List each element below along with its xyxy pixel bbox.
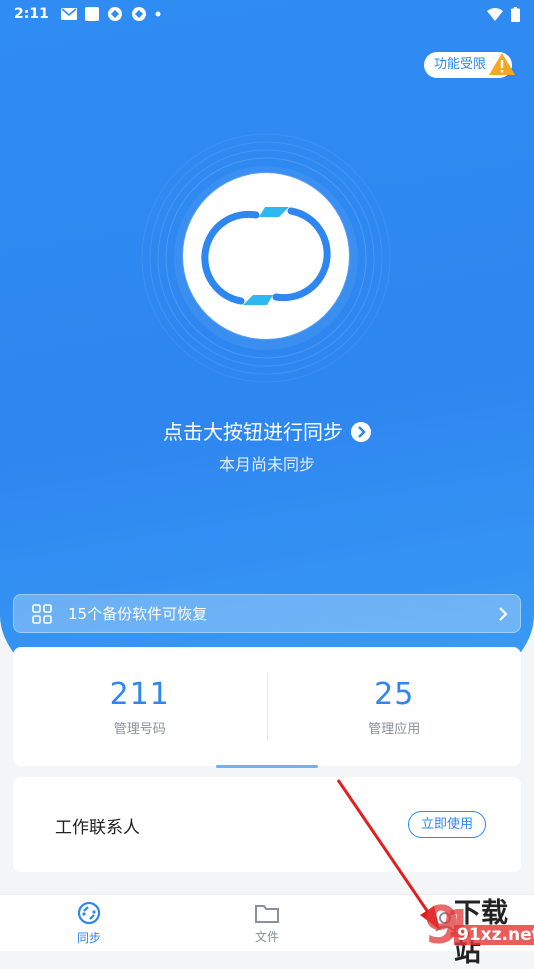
watermark-logo: 9 1 下载站 91xz.net bbox=[418, 885, 534, 968]
annotation-arrow bbox=[336, 779, 440, 930]
watermark-url: 91xz.net bbox=[454, 925, 534, 945]
